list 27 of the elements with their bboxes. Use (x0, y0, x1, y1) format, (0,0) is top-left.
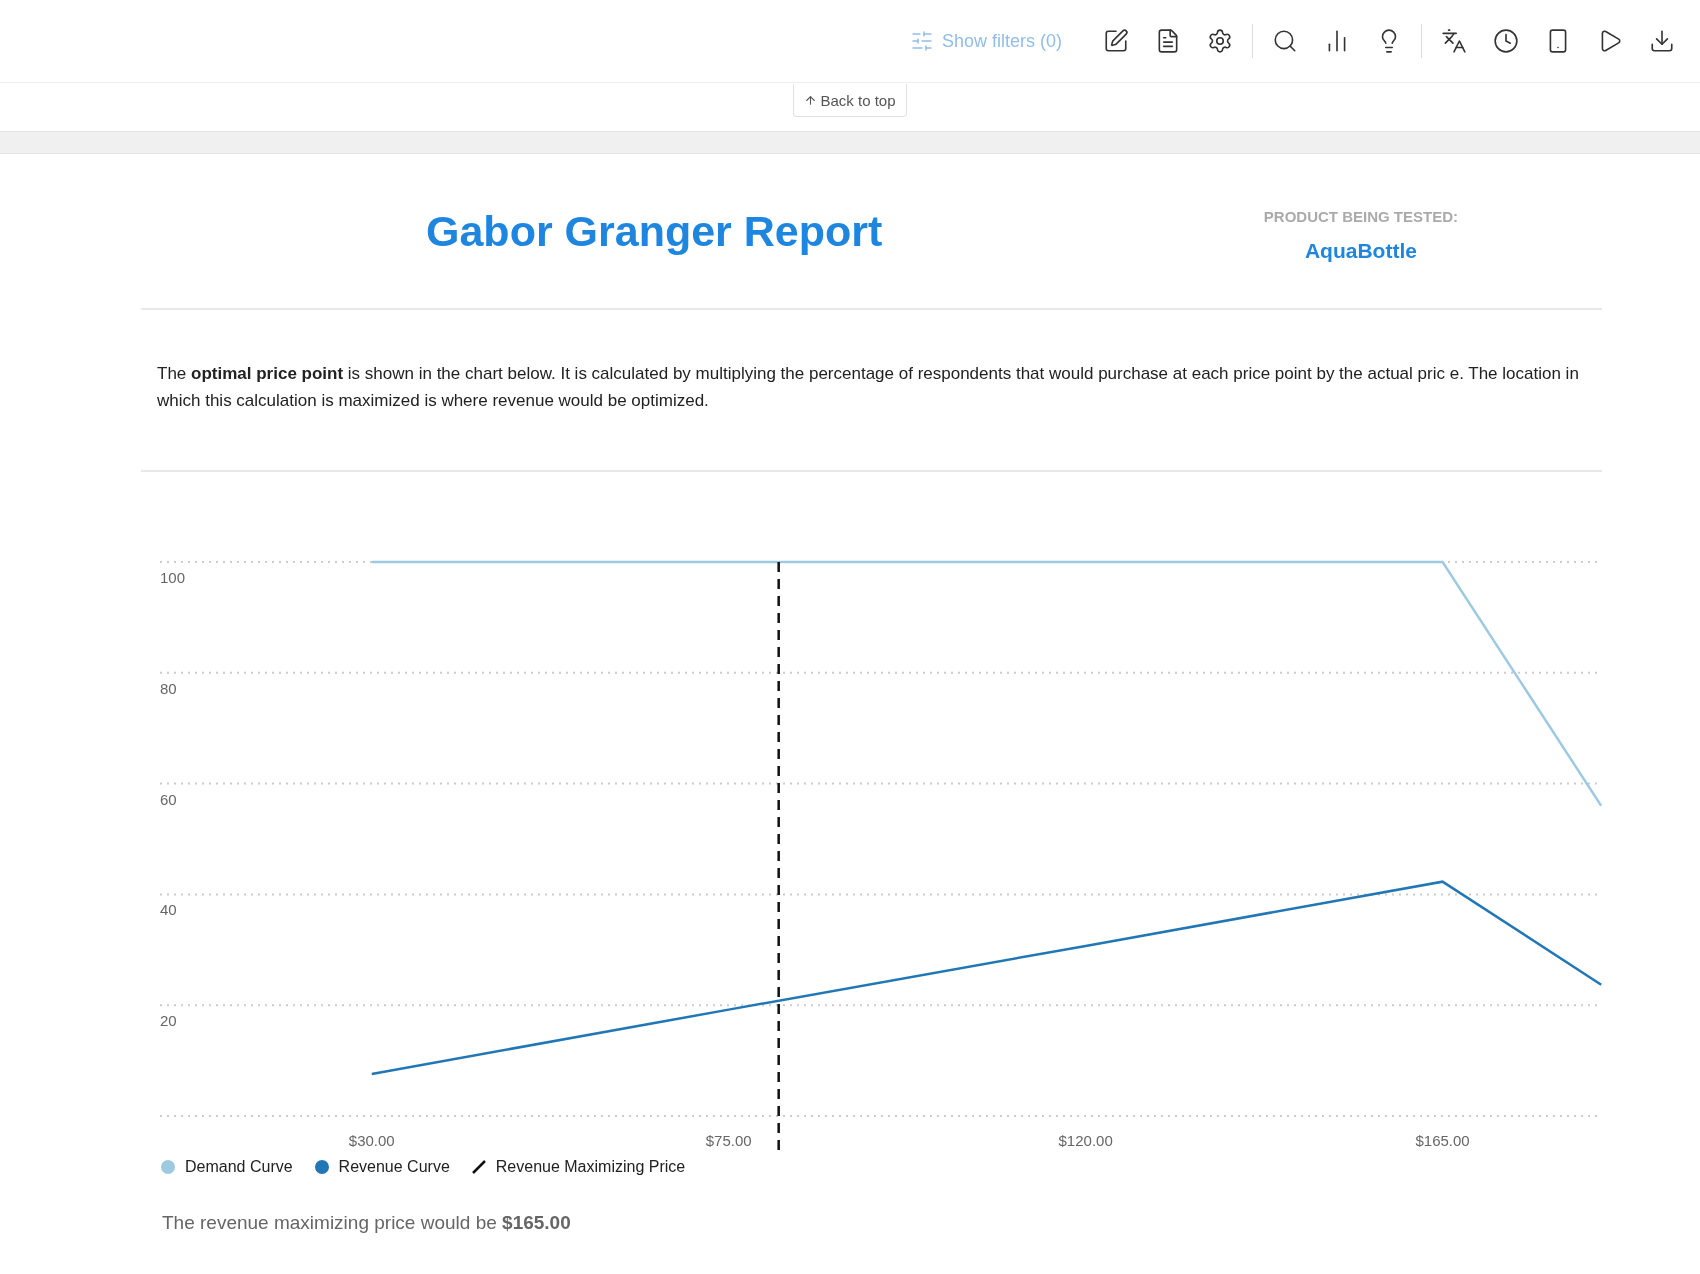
product-label: PRODUCT BEING TESTED: (1263, 208, 1458, 225)
product-name: AquaBottle (1304, 239, 1417, 263)
legend-line-icon (471, 1160, 486, 1174)
x-axis-label: $75.00 (705, 1132, 752, 1149)
x-axis-label: $165.00 (1415, 1132, 1470, 1149)
settings-icon (1207, 28, 1233, 54)
summary-text: The revenue maximizing price would be $165.00 (162, 1212, 572, 1234)
y-axis-label: 60 (160, 790, 177, 808)
y-axis-label: 100 (160, 569, 186, 586)
y-axis-label: 20 (160, 1012, 177, 1030)
clock-icon (1493, 28, 1519, 54)
translate-icon (1441, 28, 1467, 54)
x-axis-label: $30.00 (348, 1132, 395, 1149)
description-text: The optimal price point is shown in the chart below. It is calculated by multiplying the percentage of respondents that would purchase at each price point by the actual pric e. The location in which this calculation is maximized is where revenue would be optimized. (141, 310, 1602, 472)
legend-item[interactable]: Revenue Maximizing Price (471, 1158, 686, 1176)
arrow-up-icon (804, 93, 818, 107)
download-icon (1649, 28, 1675, 54)
filter-icon (909, 29, 934, 53)
x-axis-label: $120.00 (1058, 1132, 1113, 1149)
report-title: Gabor Granger Report (426, 206, 883, 256)
legend-item[interactable]: Demand Curve (161, 1158, 293, 1176)
search-icon (1272, 28, 1298, 54)
edit-icon (1103, 28, 1129, 54)
y-axis-label: 80 (160, 679, 177, 697)
y-axis-label: 40 (160, 901, 177, 919)
legend-item[interactable]: Revenue Curve (314, 1158, 450, 1176)
back-to-top-button[interactable]: Back to top (793, 84, 907, 117)
